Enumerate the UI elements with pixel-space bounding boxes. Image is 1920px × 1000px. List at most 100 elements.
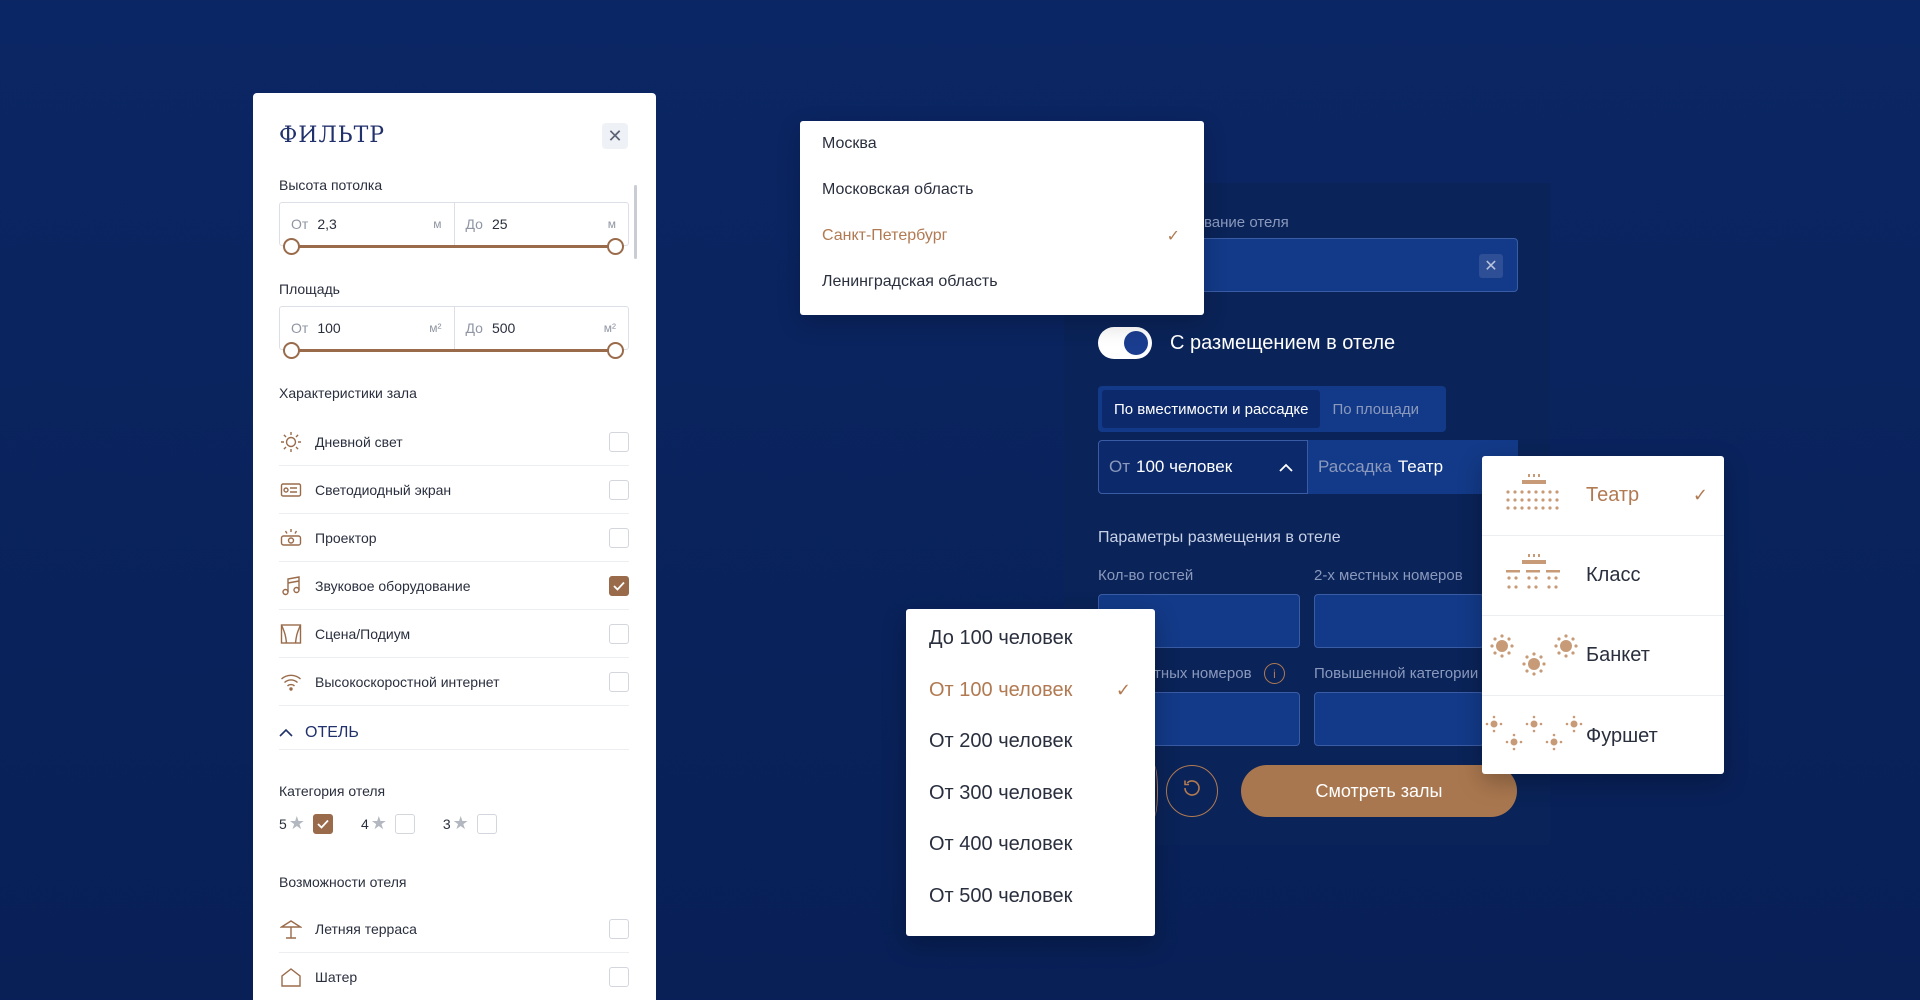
feature-checkbox[interactable] [609,575,629,596]
star-icon: ★ [370,813,387,833]
filter-panel: ФИЛЬТР ✕ Высота потолка От 2,3 м До 25 м… [253,93,656,1000]
star-icon: ★ [288,813,305,833]
projector-icon [279,526,303,550]
city-option[interactable]: Московская область [800,167,1204,213]
star-category-group: 5 ★ 4 ★ 3 ★ [279,813,525,834]
view-halls-button[interactable]: Смотреть залы [1241,765,1517,817]
hall-features-label: Характеристики зала [279,385,417,401]
capacity-select[interactable]: От 100 человек [1098,440,1308,494]
capacity-option[interactable]: До 100 человек [906,613,1155,665]
reset-button[interactable] [1166,765,1218,817]
ceiling-to-field[interactable]: До 25 м [453,203,629,245]
star-option-4[interactable]: 4 ★ [361,813,415,834]
area-to-field[interactable]: До 500 м² [453,307,629,349]
wifi-icon [279,670,303,694]
city-option-selected[interactable]: Санкт-Петербург ✓ [800,213,1204,259]
hotel-section-label: ОТЕЛЬ [305,723,359,741]
feature-checkbox[interactable] [609,623,629,644]
music-icon [279,574,303,598]
seating-prefix: Рассадка [1318,457,1392,476]
seating-option[interactable]: Класс [1482,536,1724,616]
superior-label: Повышенной категории [1314,665,1479,682]
scrollbar[interactable] [634,185,637,259]
seating-dropdown: Театр ✓ Класс Банкет Фуршет [1482,456,1724,774]
info-icon[interactable]: i [1264,663,1285,684]
capacity-option[interactable]: От 500 человек [906,871,1155,923]
star-option-5[interactable]: 5 ★ [279,813,333,834]
feature-checkbox[interactable] [609,527,629,548]
feature-row-terrace[interactable]: Летняя терраса [279,905,629,953]
from-prefix: От [291,216,309,232]
with-hotel-toggle[interactable] [1098,327,1152,359]
ceiling-slider-max-handle[interactable] [607,238,624,255]
feature-row-internet[interactable]: Высокоскоростной интернет [279,658,629,706]
ceiling-slider-track[interactable] [291,245,615,248]
feature-checkbox[interactable] [609,918,629,939]
city-option-label: Москва [822,135,877,152]
feature-row-sound[interactable]: Звуковое оборудование [279,562,629,610]
double-rooms-input[interactable] [1314,594,1484,648]
from-prefix: От [291,320,309,336]
close-button[interactable]: ✕ [602,123,628,149]
tent-icon [279,965,303,989]
area-label: Площадь [279,281,340,297]
feature-row-stage[interactable]: Сцена/Подиум [279,610,629,658]
tab-area[interactable]: По площади [1320,390,1431,428]
feature-row-daylight[interactable]: Дневной свет [279,418,629,466]
area-slider-max-handle[interactable] [607,342,624,359]
area-slider-track[interactable] [291,349,615,352]
theater-layout-icon [1482,466,1586,526]
hotel-section-toggle[interactable]: ОТЕЛЬ [279,716,629,750]
check-icon [613,581,625,591]
feature-row-projector[interactable]: Проектор [279,514,629,562]
hotel-name-label: вание отеля [1204,214,1289,231]
hotel-category-label: Категория отеля [279,783,386,799]
clear-icon[interactable]: ✕ [1479,254,1503,278]
capacity-option[interactable]: От 200 человек [906,716,1155,768]
capacity-option-label: От 200 человек [929,730,1073,753]
feature-label: Шатер [315,968,358,985]
ceiling-to-value: 25 [491,216,508,232]
capacity-option[interactable]: От 300 человек [906,768,1155,820]
seating-option-label: Фуршет [1586,724,1658,747]
toggle-knob [1124,331,1148,355]
ceiling-from-field[interactable]: От 2,3 м [280,203,454,245]
feature-checkbox[interactable] [609,431,629,452]
feature-row-led-screen[interactable]: Светодиодный экран [279,466,629,514]
tab-capacity[interactable]: По вместимости и рассадке [1102,390,1321,428]
seating-option-label: Класс [1586,564,1641,586]
reset-icon [1181,777,1203,805]
feature-row-tent[interactable]: Шатер [279,953,629,1000]
feature-checkbox[interactable] [609,966,629,987]
city-option-label: Санкт-Петербург [822,227,948,244]
superior-input[interactable] [1314,692,1484,746]
ceiling-slider-min-handle[interactable] [283,238,300,255]
area-from-field[interactable]: От 100 м² [280,307,454,349]
star-checkbox[interactable] [476,813,497,834]
seating-option-label: Банкет [1586,644,1650,666]
star-option-3[interactable]: 3 ★ [443,813,497,834]
city-option[interactable]: Москва [800,121,1204,167]
area-slider-min-handle[interactable] [283,342,300,359]
ceiling-label: Высота потолка [279,177,383,193]
feature-label: Светодиодный экран [315,481,452,498]
ceiling-range: От 2,3 м До 25 м [279,202,629,246]
city-dropdown: Москва Московская область Санкт-Петербур… [800,121,1204,315]
seating-option-selected[interactable]: Театр ✓ [1482,456,1724,536]
star-checkbox[interactable] [394,813,415,834]
check-icon: ✓ [1166,228,1180,245]
feature-checkbox[interactable] [609,671,629,692]
feature-checkbox[interactable] [609,479,629,500]
star-value: 4 [360,815,369,832]
star-checkbox[interactable] [312,813,333,834]
capacity-option[interactable]: От 400 человек [906,819,1155,871]
seating-option[interactable]: Банкет [1482,616,1724,696]
sun-icon [279,430,303,454]
area-to-value: 500 [491,320,516,336]
feature-label: Звуковое оборудование [315,577,471,594]
feature-label: Дневной свет [315,433,403,450]
capacity-option-selected[interactable]: От 100 человек ✓ [906,665,1155,717]
seating-option[interactable]: Фуршет [1482,696,1724,776]
star-value: 3 [442,815,451,832]
city-option[interactable]: Ленинградская область [800,259,1204,305]
